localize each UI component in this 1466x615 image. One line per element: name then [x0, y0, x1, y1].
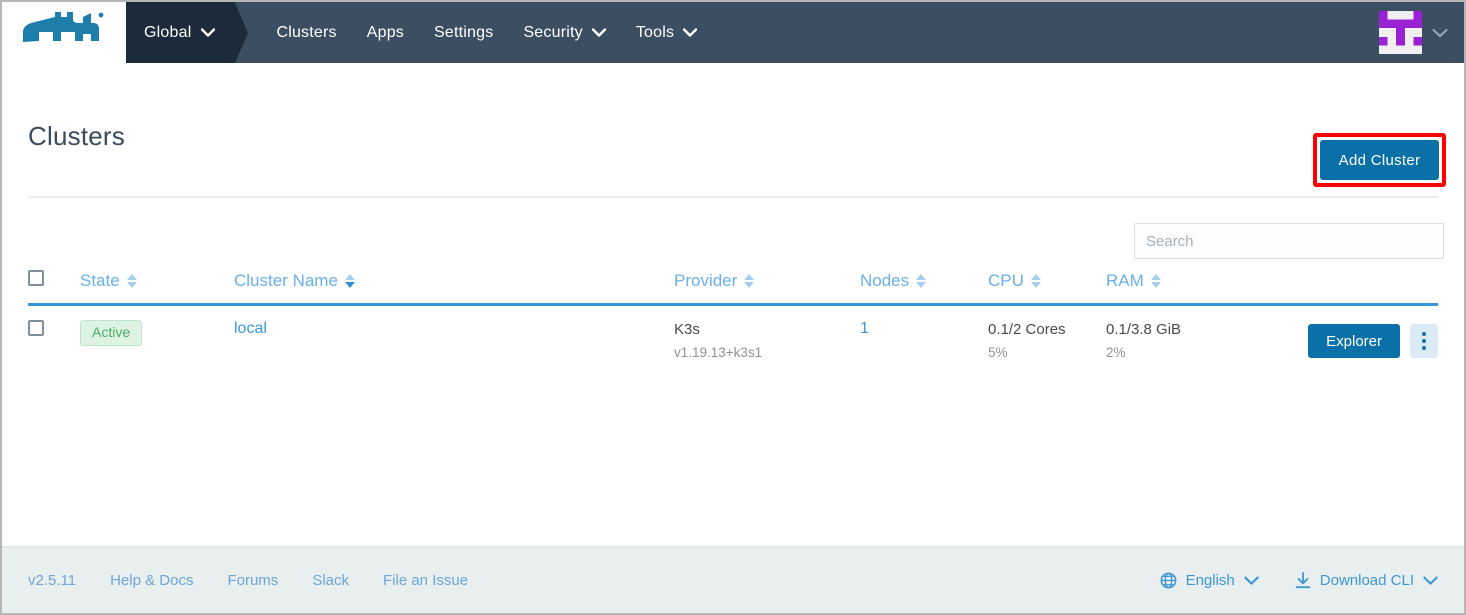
column-header-ram[interactable]: RAM [1106, 270, 1286, 306]
kebab-menu-icon[interactable] [1410, 324, 1438, 358]
download-icon [1295, 571, 1311, 588]
nav-menu: Clusters Apps Settings Security Tools [261, 2, 712, 63]
row-select-cell [28, 305, 80, 380]
chevron-down-icon [201, 28, 216, 37]
nav-item-settings[interactable]: Settings [419, 2, 508, 63]
nav-context-label: Global [144, 23, 192, 41]
nav-item-label: Clusters [276, 23, 337, 41]
column-header-state[interactable]: State [80, 270, 234, 306]
cell-cpu: 0.1/2 Cores 5% [988, 305, 1106, 380]
column-label: RAM [1106, 270, 1144, 290]
footer-links: v2.5.11 Help & Docs Forums Slack File an… [28, 572, 468, 589]
cell-provider: K3s v1.19.13+k3s1 [674, 305, 860, 380]
nav-item-security[interactable]: Security [508, 2, 620, 63]
download-cli-selector[interactable]: Download CLI [1295, 572, 1438, 589]
nav-user-area [1379, 2, 1464, 63]
chevron-down-icon [1423, 576, 1438, 585]
provider-name: K3s [674, 321, 700, 338]
add-cluster-button[interactable]: Add Cluster [1320, 140, 1439, 180]
provider-version: v1.19.13+k3s1 [674, 345, 763, 361]
nav-item-label: Apps [366, 23, 405, 41]
page-title: Clusters [28, 121, 125, 151]
cell-cluster-name: local [234, 305, 674, 380]
top-navbar: Global Clusters Apps Settings Security T… [2, 2, 1464, 63]
footer-slack-link[interactable]: Slack [312, 572, 349, 589]
language-label: English [1185, 571, 1235, 589]
cell-ram: 0.1/3.8 GiB 2% [1106, 305, 1286, 380]
nodes-count-link[interactable]: 1 [860, 320, 869, 337]
page-header: Clusters [2, 63, 1464, 198]
column-label: CPU [988, 270, 1024, 290]
column-header-provider[interactable]: Provider [674, 270, 860, 306]
nav-item-label: Settings [434, 23, 494, 41]
column-label: Cluster Name [234, 270, 338, 290]
column-header-cpu[interactable]: CPU [988, 270, 1106, 306]
chevron-down-icon [591, 28, 606, 37]
clusters-table: State Cluster Name Provider Nodes CPU RA… [28, 270, 1438, 380]
checkbox-unchecked-icon[interactable] [28, 270, 44, 286]
ram-usage: 0.1/3.8 GiB [1106, 321, 1182, 338]
avatar[interactable] [1379, 11, 1422, 54]
nav-item-tools[interactable]: Tools [621, 2, 712, 63]
sort-arrows-icon [126, 273, 137, 288]
column-label: Provider [674, 270, 738, 290]
select-all-header [28, 270, 80, 306]
nav-context-global[interactable]: Global [126, 2, 236, 63]
nav-strip: Global Clusters Apps Settings Security T… [126, 2, 1464, 63]
column-header-nodes[interactable]: Nodes [860, 270, 988, 306]
avatar-dropdown-toggle[interactable] [1432, 28, 1448, 38]
footer-file-an-issue-link[interactable]: File an Issue [383, 572, 468, 589]
nav-item-clusters[interactable]: Clusters [261, 2, 351, 63]
explorer-button[interactable]: Explorer [1308, 324, 1400, 358]
sort-arrows-icon [1030, 273, 1041, 288]
column-label: Nodes [860, 270, 910, 290]
cell-nodes: 1 [860, 305, 988, 380]
nav-item-apps[interactable]: Apps [352, 2, 419, 63]
language-selector[interactable]: English [1160, 572, 1259, 589]
cell-state: Active [80, 305, 234, 380]
search-input[interactable] [1134, 223, 1444, 259]
header-divider [28, 196, 1438, 198]
status-badge: Active [80, 320, 143, 346]
chevron-down-icon [1432, 28, 1448, 37]
user-identicon-avatar-icon [1379, 11, 1422, 54]
page-footer: v2.5.11 Help & Docs Forums Slack File an… [2, 546, 1464, 613]
cpu-percent: 5% [988, 345, 1008, 361]
table-row[interactable]: Active local K3s v1.19.13+k3s1 1 0.1/2 C… [28, 305, 1438, 380]
footer-version-link[interactable]: v2.5.11 [28, 572, 76, 589]
column-header-actions [1286, 270, 1438, 306]
rancher-app-window: Global Clusters Apps Settings Security T… [0, 0, 1466, 615]
footer-forums-link[interactable]: Forums [227, 572, 278, 589]
chevron-down-icon [683, 28, 698, 37]
ram-percent: 2% [1106, 345, 1126, 361]
table-header-row: State Cluster Name Provider Nodes CPU RA… [28, 270, 1438, 306]
cpu-usage: 0.1/2 Cores [988, 321, 1066, 338]
download-cli-label: Download CLI [1319, 571, 1414, 589]
cell-actions: Explorer [1286, 305, 1438, 380]
sort-arrows-icon [1150, 273, 1161, 288]
sort-arrows-icon [916, 273, 927, 288]
rancher-cow-logo-icon [23, 11, 104, 42]
sort-arrows-icon [344, 273, 355, 288]
cluster-name-link[interactable]: local [234, 320, 267, 337]
footer-controls: English Download CLI [1160, 572, 1438, 589]
footer-help-docs-link[interactable]: Help & Docs [110, 572, 193, 589]
column-header-cluster-name[interactable]: Cluster Name [234, 270, 674, 306]
sort-arrows-icon [744, 273, 755, 288]
column-label: State [80, 270, 120, 290]
chevron-down-icon [1244, 576, 1259, 585]
rancher-logo[interactable] [2, 2, 126, 63]
nav-item-label: Security [523, 23, 583, 41]
globe-icon [1160, 572, 1177, 588]
checkbox-unchecked-icon[interactable] [28, 320, 44, 336]
nav-item-label: Tools [635, 23, 675, 41]
